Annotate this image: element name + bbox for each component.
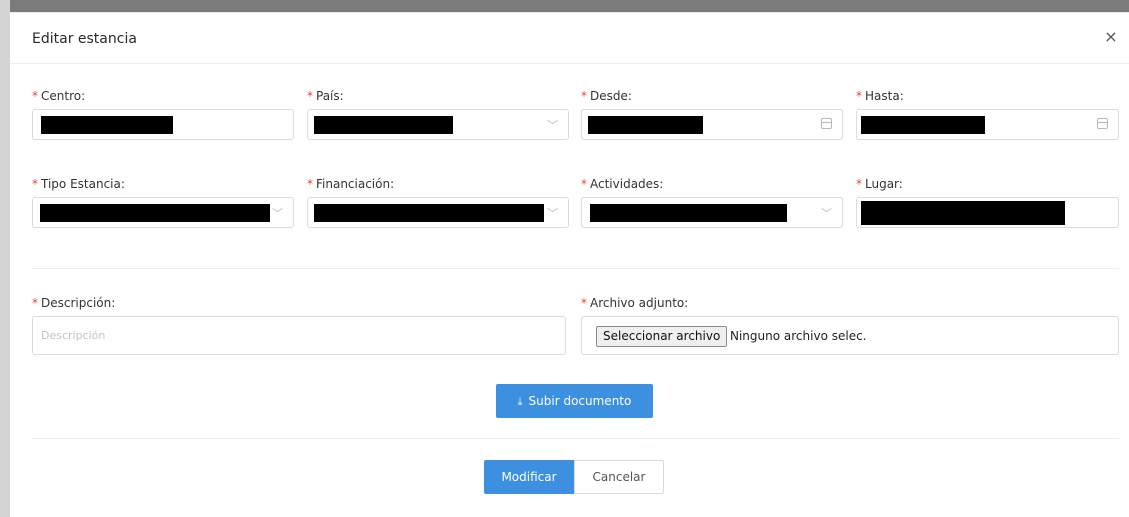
calendar-icon bbox=[1097, 118, 1108, 129]
financiacion-select[interactable]: ﹀ bbox=[307, 197, 569, 228]
modify-button[interactable]: Modificar bbox=[484, 460, 574, 494]
redacted-value bbox=[588, 116, 703, 134]
hasta-label: * Hasta: bbox=[856, 89, 904, 103]
upload-document-label: Subir documento bbox=[528, 394, 632, 408]
chevron-down-icon: ﹀ bbox=[547, 119, 558, 132]
required-mark: * bbox=[32, 89, 38, 103]
redacted-value bbox=[861, 201, 1065, 225]
tipo-estancia-label: * Tipo Estancia: bbox=[32, 177, 125, 191]
financiacion-label: * Financiación: bbox=[307, 177, 395, 191]
upload-document-button[interactable]: ⤓ Subir documento bbox=[496, 384, 653, 418]
chevron-down-icon: ﹀ bbox=[821, 207, 832, 220]
dialog-title: Editar estancia bbox=[32, 31, 137, 47]
redacted-value bbox=[41, 116, 173, 134]
hasta-date-picker[interactable] bbox=[856, 109, 1119, 140]
desde-date-picker[interactable] bbox=[581, 109, 843, 140]
descripcion-input[interactable]: Descripción bbox=[32, 316, 566, 355]
redacted-value bbox=[590, 204, 787, 222]
footer-divider bbox=[32, 438, 1119, 439]
tipo-estancia-select[interactable]: ﹀ bbox=[32, 197, 294, 228]
redacted-value bbox=[40, 204, 270, 222]
chevron-down-icon: ﹀ bbox=[272, 207, 283, 220]
pais-select[interactable]: ﹀ bbox=[307, 109, 569, 140]
cancel-button[interactable]: Cancelar bbox=[574, 460, 664, 494]
archivo-adjunto-label: * Archivo adjunto: bbox=[581, 296, 689, 310]
header-divider bbox=[10, 63, 1129, 64]
calendar-icon bbox=[821, 118, 832, 129]
lugar-input[interactable] bbox=[856, 197, 1119, 228]
background-window-edge bbox=[0, 0, 10, 517]
select-file-button[interactable]: Seleccionar archivo bbox=[596, 326, 728, 347]
close-icon[interactable]: × bbox=[1101, 27, 1121, 47]
descripcion-label: * Descripción: bbox=[32, 296, 116, 310]
lugar-label: * Lugar: bbox=[856, 177, 903, 191]
file-status-text: Ninguno archivo selec. bbox=[730, 329, 867, 343]
redacted-value bbox=[314, 116, 453, 134]
pais-label: * País: bbox=[307, 89, 344, 103]
chevron-down-icon: ﹀ bbox=[547, 207, 558, 220]
desde-label: * Desde: bbox=[581, 89, 632, 103]
section-divider bbox=[32, 268, 1119, 269]
centro-input[interactable] bbox=[32, 109, 294, 140]
upload-icon: ⤓ bbox=[517, 395, 523, 408]
actividades-label: * Actividades: bbox=[581, 177, 664, 191]
redacted-value bbox=[861, 116, 985, 134]
centro-label: * Centro: bbox=[32, 89, 86, 103]
edit-stay-dialog: Editar estancia × * Centro: * País: ﹀ * Des… bbox=[10, 12, 1129, 517]
file-input: Seleccionar archivo Ninguno archivo sele… bbox=[581, 316, 1119, 355]
redacted-value bbox=[314, 204, 544, 222]
actividades-select[interactable]: ﹀ bbox=[581, 197, 843, 228]
